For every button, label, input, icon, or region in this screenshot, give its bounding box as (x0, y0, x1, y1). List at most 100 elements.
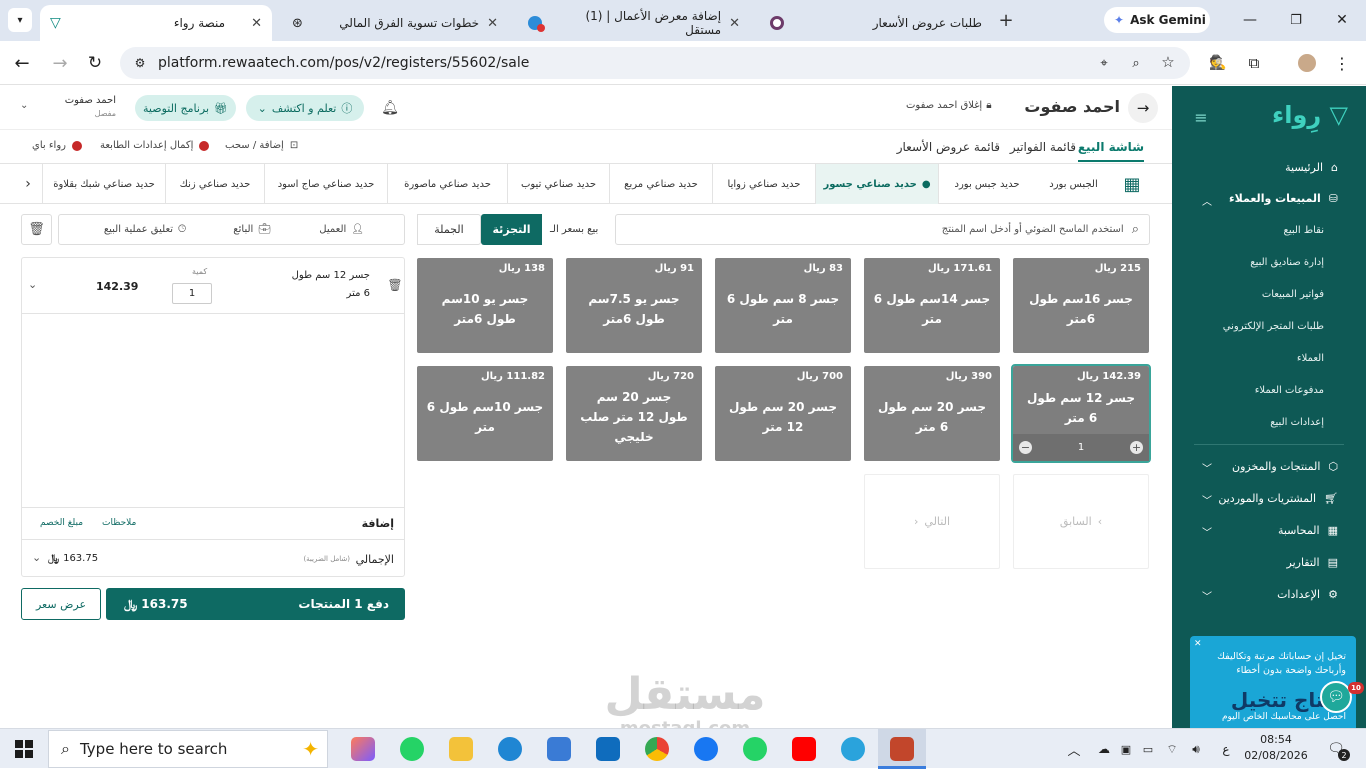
sidebar-item-products[interactable]: ⬡ المنتجات والمخزون (1232, 460, 1338, 473)
outlook-icon[interactable] (596, 737, 620, 761)
profile-avatar[interactable] (1296, 52, 1318, 74)
file-explorer-icon[interactable] (449, 737, 473, 761)
chevron-down-icon[interactable]: ﹀ (1202, 524, 1212, 539)
chevron-down-icon[interactable]: ⌄ (32, 551, 41, 564)
product-card[interactable]: 171.61 ريال جسر 14سم طول 6 متر (864, 258, 1000, 353)
tab-search-button[interactable]: ▾ (8, 8, 32, 32)
category-tab[interactable]: حديد صناعي زنك (165, 164, 264, 204)
telegram-icon[interactable] (841, 737, 865, 761)
previous-page-button[interactable]: › السابق (1013, 474, 1149, 569)
whatsapp-icon[interactable] (400, 737, 424, 761)
close-icon[interactable]: ✕ (729, 16, 740, 31)
all-categories-grid-icon[interactable]: ▦ (1112, 164, 1152, 204)
chevron-down-icon[interactable]: ⌄ (28, 278, 37, 291)
tab-quotes-list[interactable]: قائمة عروض الأسعار (897, 140, 1000, 154)
sidebar-subitem[interactable]: إعدادات البيع (1270, 417, 1324, 428)
retail-toggle[interactable]: التجزئة (481, 214, 542, 245)
close-register-link[interactable]: 🔒︎ إغلاق احمد صفوت (906, 100, 992, 111)
tab-quotes[interactable]: طلبات عروض الأسعار (760, 5, 992, 41)
category-tab[interactable]: حديد صناعي زوايا (712, 164, 815, 204)
taskbar-search-input[interactable]: ⌕ Type here to search ✦ (48, 730, 328, 768)
sidebar-item-purchases[interactable]: 🛒︎ المشتريات والموردين (1218, 492, 1338, 505)
plus-icon[interactable]: + (1130, 441, 1143, 454)
learn-discover-button[interactable]: ⓘ تعلم و اكتشف ⌄ (246, 95, 364, 121)
presentation-app-icon[interactable] (890, 737, 914, 761)
product-card-selected[interactable]: 142.39 ريال جسر 12 سم طول 6 متر + 1 − (1011, 364, 1151, 463)
sidebar-subitem[interactable]: العملاء (1297, 353, 1324, 364)
youtube-icon[interactable] (792, 737, 816, 761)
product-card[interactable]: 720 ريال جسر 20 سم طول 12 متر صلب خليجي (566, 366, 702, 461)
back-icon[interactable]: ← (12, 53, 32, 74)
notification-bell-icon[interactable]: 🔔︎ (380, 98, 400, 118)
sidebar-subitem[interactable]: فواتير المبيعات (1262, 289, 1324, 300)
edge-icon[interactable] (498, 737, 522, 761)
tab-settlement[interactable]: ⊛ خطوات تسوية الفرق المالي ✕ (282, 5, 508, 41)
product-card[interactable]: 83 ريال جسر 8 سم طول 6 متر (715, 258, 851, 353)
referral-program-button[interactable]: 🎁︎ برنامج التوصية (135, 95, 236, 121)
chrome-icon[interactable] (645, 737, 669, 761)
close-icon[interactable]: ✕ (487, 16, 498, 31)
whatsapp-business-icon[interactable] (743, 737, 767, 761)
camera-icon[interactable]: ▣ (1118, 741, 1134, 757)
zoom-icon[interactable]: ⌕ (1128, 55, 1144, 71)
product-card[interactable]: 215 ريال جسر 16سم طول 6متر (1013, 258, 1149, 353)
seller-button[interactable]: 💼︎ البائع (233, 224, 271, 235)
extension-icon[interactable]: 🕵 (1208, 53, 1228, 73)
site-info-icon[interactable]: ⚙ (132, 55, 148, 71)
tab-sale-screen[interactable]: شاشة البيع (1077, 140, 1144, 162)
language-indicator[interactable]: ع (1218, 741, 1234, 757)
chevron-down-icon[interactable]: ﹀ (1202, 460, 1212, 475)
close-icon[interactable]: ✕ (251, 16, 262, 31)
tab-mostaql[interactable]: (1) إضافة معرض الأعمال | مستقل ✕ (518, 5, 750, 41)
sidebar-item-accounting[interactable]: ▦ المحاسبة (1278, 524, 1338, 537)
rewaa-pay-link[interactable]: رواء باي (32, 140, 82, 151)
wholesale-toggle[interactable]: الجملة (417, 214, 481, 245)
location-icon[interactable]: ⌖ (1096, 55, 1112, 71)
qty-input[interactable]: 1 (172, 283, 212, 304)
puzzle-icon[interactable]: ⧉ (1244, 53, 1264, 73)
tab-invoices[interactable]: قائمة الفواتير (1010, 140, 1076, 154)
category-tab[interactable]: حديد صناعي تيوب (507, 164, 609, 204)
scroll-left-icon[interactable]: ‹ (14, 164, 42, 204)
sidebar-item-home[interactable]: ⌂ الرئيسية (1285, 161, 1338, 174)
account-menu[interactable]: احمد صفوت مفصل ⌄ (20, 95, 120, 123)
category-tab[interactable]: حديد صناعي مربع (609, 164, 712, 204)
sidebar-subitem[interactable]: مدفوعات العملاء (1255, 385, 1324, 396)
chevron-down-icon[interactable]: ﹀ (1202, 492, 1212, 507)
chevron-down-icon[interactable]: ﹀ (1202, 588, 1212, 603)
close-window-icon[interactable]: ✕ (1332, 10, 1352, 30)
wifi-icon[interactable]: ⌔ (1164, 741, 1180, 757)
product-card[interactable]: 138 ريال جسر يو 10سم طول 6متر (417, 258, 553, 353)
product-search-input[interactable]: ⌕ استخدم الماسح الضوئي أو أدخل اسم المنت… (615, 214, 1150, 245)
notes-link[interactable]: ملاحظات (102, 518, 136, 528)
category-tab-active[interactable]: ● حديد صناعي جسور (815, 164, 938, 204)
category-tab[interactable]: حديد جبس بورد (938, 164, 1035, 204)
category-tab[interactable]: حديد صناعي شبك بقلاوة (42, 164, 165, 204)
facebook-icon[interactable] (694, 737, 718, 761)
battery-icon[interactable]: ▭ (1140, 741, 1156, 757)
product-card[interactable]: 390 ريال جسر 20 سم طول 6 متر (864, 366, 1000, 461)
category-tab[interactable]: حديد صناعي صاج اسود (264, 164, 387, 204)
sidebar-item-reports[interactable]: ▤ التقارير (1287, 556, 1339, 569)
restore-icon[interactable]: ❐ (1286, 10, 1306, 30)
reload-icon[interactable]: ↻ (85, 53, 105, 73)
product-card[interactable]: 700 ريال جسر 20 سم طول 12 متر (715, 366, 851, 461)
volume-icon[interactable]: 🔊︎ (1188, 741, 1204, 757)
add-withdraw-button[interactable]: ⊡ إضافة / سحب (225, 140, 298, 151)
copilot-app-icon[interactable] (351, 737, 375, 761)
sidebar-item-settings[interactable]: ⚙ الإعدادات (1277, 588, 1338, 601)
back-arrow-button[interactable]: → (1128, 93, 1158, 123)
category-tab[interactable]: حديد صناعي ماصورة (387, 164, 507, 204)
tab-rewaa[interactable]: ▽ منصة رواء ✕ (40, 5, 272, 41)
next-page-button[interactable]: التالي ‹ (864, 474, 1000, 569)
windows-start-icon[interactable] (14, 739, 34, 759)
network-icon[interactable]: ☁ (1096, 741, 1112, 757)
minus-icon[interactable]: − (1019, 441, 1032, 454)
clock[interactable]: 08:54 02/08/2026 (1244, 732, 1308, 764)
sidebar-subitem[interactable]: إدارة صناديق البيع (1250, 257, 1324, 268)
discount-link[interactable]: مبلغ الخصم (40, 518, 83, 528)
pay-button[interactable]: دفع 1 المنتجات ﷼ 163.75 (106, 588, 405, 620)
sidebar-item-sales[interactable]: ⛁ المبيعات والعملاء (1229, 192, 1338, 205)
forward-icon[interactable]: → (50, 53, 70, 74)
product-card[interactable]: 91 ريال جسر يو 7.5سم طول 6متر (566, 258, 702, 353)
